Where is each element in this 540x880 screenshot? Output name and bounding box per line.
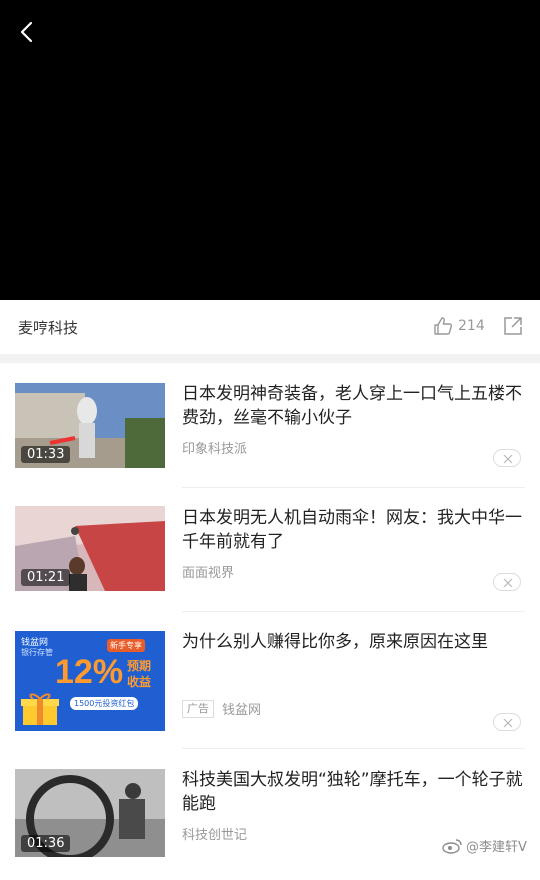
duration-label: 01:21 — [21, 569, 71, 586]
ad-label: 广告 — [182, 700, 214, 718]
dismiss-button[interactable] — [493, 713, 521, 731]
share-icon[interactable] — [503, 316, 523, 336]
ad-sub2: 收益 — [127, 675, 152, 689]
video-thumbnail[interactable]: 01:36 — [15, 769, 165, 857]
like-button[interactable]: 214 — [432, 315, 485, 337]
item-title[interactable]: 日本发明神奇装备，老人穿上一口气上五楼不费劲，丝毫不输小伙子 — [182, 382, 527, 430]
feed-item[interactable]: 01:36 科技美国大叔发明“独轮”摩托车，一个轮子就能跑 科技创世记 — [0, 756, 540, 880]
author-name[interactable]: 麦哼科技 — [18, 317, 78, 338]
duration-label: 01:36 — [21, 835, 71, 852]
ad-badge-newuser: 新手专享 — [107, 639, 145, 652]
ad-thumbnail[interactable]: 钱盆网 银行存管 新手专享 12% 预期 收益 1500元投资红包 — [15, 631, 165, 731]
dismiss-button[interactable] — [493, 449, 521, 467]
ad-sub1: 预期 — [127, 659, 152, 673]
ad-item[interactable]: 钱盆网 银行存管 新手专享 12% 预期 收益 1500元投资红包 为什么别人赚… — [0, 618, 540, 749]
watermark: @李建轩V — [442, 836, 527, 855]
item-title[interactable]: 科技美国大叔发明“独轮”摩托车，一个轮子就能跑 — [182, 768, 527, 816]
item-source: 科技创世记 — [182, 828, 248, 843]
gift-box-icon — [21, 693, 59, 725]
section-divider — [0, 354, 540, 363]
item-separator — [182, 487, 525, 488]
item-separator — [182, 748, 525, 749]
watermark-text: @李建轩V — [466, 840, 527, 855]
item-source: 印象科技派 — [182, 442, 248, 457]
ad-coupon: 1500元投资红包 — [70, 697, 139, 710]
duration-label: 01:33 — [21, 446, 71, 463]
feed-item[interactable]: 01:21 日本发明无人机自动雨伞！网友：我大中华一千年前就有了 面面视界 — [0, 494, 540, 618]
feed-item[interactable]: 01:33 日本发明神奇装备，老人穿上一口气上五楼不费劲，丝毫不输小伙子 印象科… — [0, 370, 540, 494]
ad-percent: 12% — [55, 653, 124, 691]
author-bar: 麦哼科技 214 — [0, 300, 540, 354]
like-count: 214 — [458, 318, 485, 334]
item-source: 面面视界 — [182, 566, 235, 581]
item-source: 钱盆网 — [222, 703, 262, 718]
weibo-logo-icon — [442, 838, 462, 854]
item-title[interactable]: 日本发明无人机自动雨伞！网友：我大中华一千年前就有了 — [182, 506, 527, 554]
back-arrow-icon[interactable] — [14, 18, 42, 46]
ad-tagline: 银行存管 — [21, 648, 53, 657]
thumbs-up-icon — [434, 317, 453, 335]
dismiss-button[interactable] — [493, 573, 521, 591]
item-title[interactable]: 为什么别人赚得比你多，原来原因在这里 — [182, 630, 527, 654]
video-thumbnail[interactable]: 01:33 — [15, 383, 165, 468]
video-player[interactable] — [0, 0, 540, 300]
video-thumbnail[interactable]: 01:21 — [15, 506, 165, 591]
item-separator — [182, 611, 525, 612]
